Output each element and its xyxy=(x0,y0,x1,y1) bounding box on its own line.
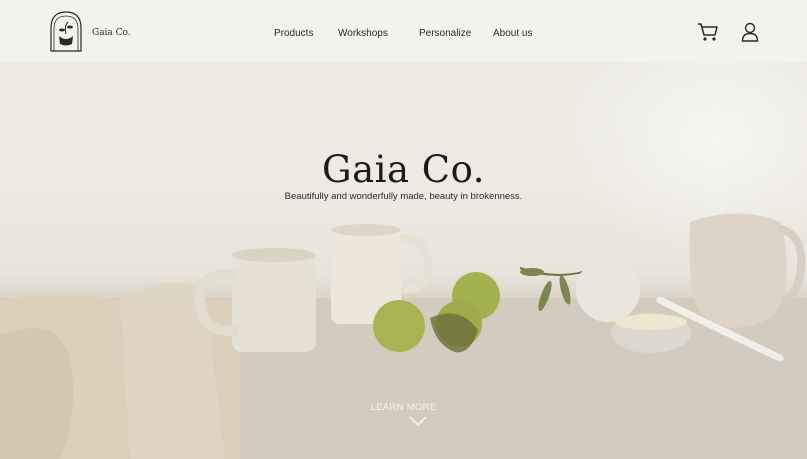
brand-name[interactable]: Gaia Co. xyxy=(92,28,131,38)
nav-products[interactable]: Products xyxy=(274,28,313,39)
nav-workshops[interactable]: Workshops xyxy=(338,28,388,39)
hero-title: Gaia Co. xyxy=(322,148,485,191)
user-icon[interactable] xyxy=(741,22,759,47)
nav-about-us[interactable]: About us xyxy=(493,28,532,39)
learn-more-link[interactable]: LEARN MORE xyxy=(0,402,807,413)
hero-page: Gaia Co. Products Workshops Personalize … xyxy=(0,0,807,459)
hero-photo xyxy=(0,213,807,459)
hero-subtitle: Beautifully and wonderfully made, beauty… xyxy=(284,191,523,202)
logo-icon[interactable] xyxy=(48,10,84,57)
cart-icon[interactable] xyxy=(697,22,719,47)
chevron-down-icon[interactable] xyxy=(408,414,428,432)
site-header: Gaia Co. Products Workshops Personalize … xyxy=(0,0,807,62)
nav-personalize[interactable]: Personalize xyxy=(419,28,471,39)
